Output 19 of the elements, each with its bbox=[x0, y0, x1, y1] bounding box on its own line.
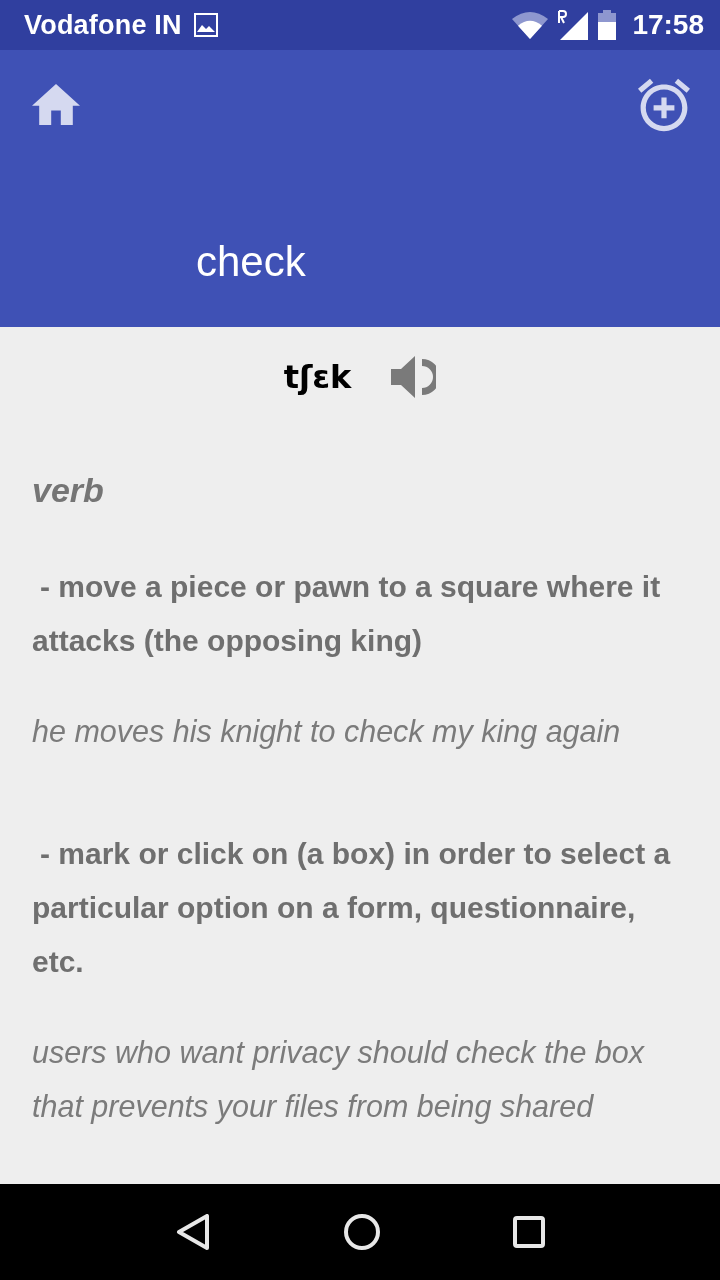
home-button-icon[interactable] bbox=[344, 1214, 380, 1250]
home-icon[interactable] bbox=[32, 84, 80, 125]
example-sentence: he moves his knight to check my king again bbox=[32, 713, 622, 751]
clock-time: 17:58 bbox=[632, 9, 704, 41]
battery-icon bbox=[598, 10, 617, 40]
signal-icon bbox=[558, 10, 589, 40]
word-title: check bbox=[195, 237, 307, 287]
example-sentence: users who want privacy should check the box that prevents your files from being shared bbox=[32, 1034, 646, 1126]
definition-text: - mark or click on (a box) in order to select a particular option on a form, questionnaire, etc. bbox=[32, 836, 672, 980]
carrier-name: Vodafone IN bbox=[24, 9, 182, 41]
alarm-add-icon[interactable] bbox=[638, 78, 690, 132]
wifi-icon bbox=[512, 11, 549, 39]
part-of-speech: verb bbox=[32, 470, 105, 511]
speaker-icon[interactable] bbox=[391, 355, 437, 399]
pronunciation-text: tʃɛk bbox=[283, 358, 352, 396]
recents-icon[interactable] bbox=[513, 1216, 546, 1248]
back-icon[interactable] bbox=[174, 1214, 211, 1250]
image-icon bbox=[193, 13, 218, 37]
definition-text: - move a piece or pawn to a square where it attacks (the opposing king) bbox=[32, 569, 662, 659]
